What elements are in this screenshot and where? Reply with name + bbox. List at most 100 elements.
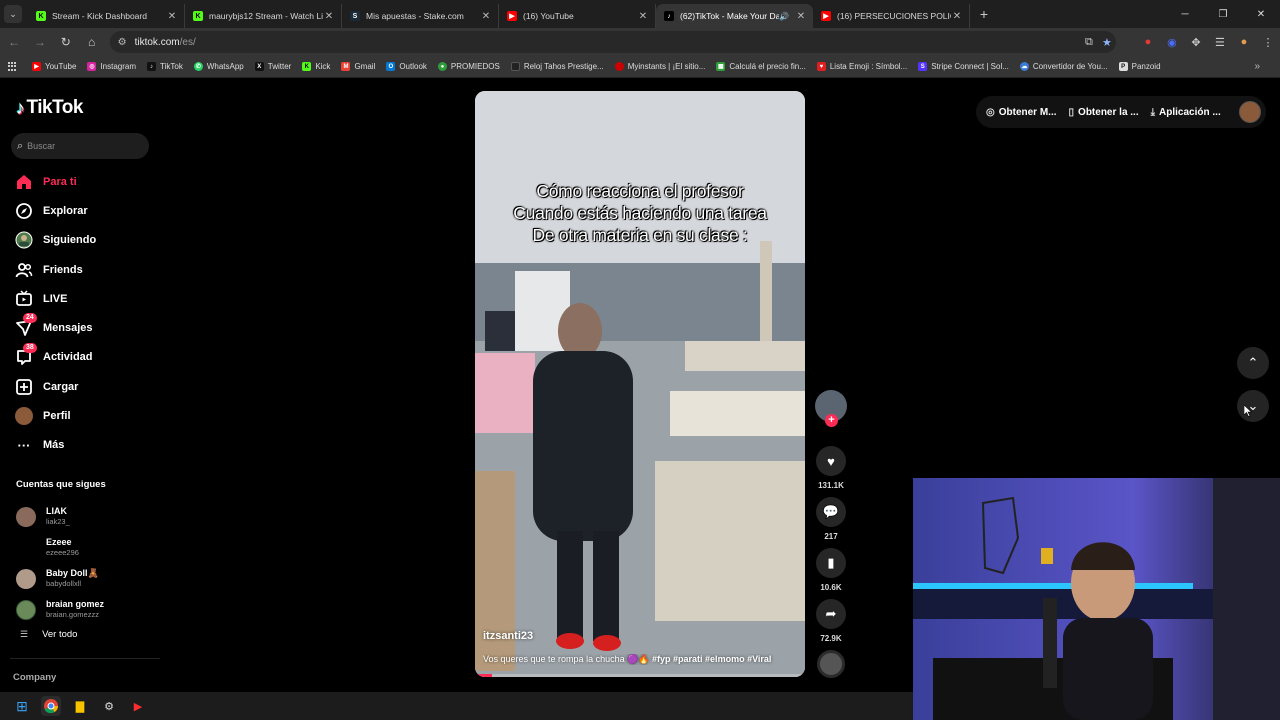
search-icon[interactable]: ⌕	[17, 140, 23, 153]
close-icon[interactable]: ✕	[795, 11, 807, 22]
bookmark[interactable]: ● PROMIEDOS	[437, 62, 500, 71]
previous-video-button[interactable]: ⌃	[1237, 347, 1269, 379]
chrome-icon[interactable]	[41, 696, 61, 716]
sidebar-item-actividad[interactable]: 38 Actividad	[15, 342, 96, 372]
bookmark-label: Gmail	[354, 62, 376, 71]
chevron-up-icon: ⌃	[1247, 355, 1259, 370]
media-player-icon[interactable]: ▶	[128, 696, 148, 716]
following-account[interactable]: LIAK liak23_	[16, 501, 104, 532]
extensions-puzzle-icon[interactable]: ✥	[1184, 36, 1208, 49]
home-icon[interactable]: ⌂	[80, 30, 104, 54]
more-bookmarks-icon[interactable]: »	[1254, 61, 1260, 72]
bookmark[interactable]: S Stripe Connect | Sol...	[918, 62, 1009, 71]
video-player[interactable]: Cómo reacciona el profesor Cuando estás …	[475, 91, 805, 677]
bookmark[interactable]: O Outlook	[386, 62, 427, 71]
video-hashtags[interactable]: #fyp #parati #elmomo #Viral	[652, 654, 771, 664]
comment-icon[interactable]: 💬	[816, 497, 846, 527]
bookmark[interactable]: ▶ YouTube	[32, 62, 76, 71]
browser-tab-active[interactable]: ♪ (62)TikTok - Make Your Day 🔊 ✕	[656, 4, 813, 28]
bookmark[interactable]: M Gmail	[341, 62, 375, 71]
extension-icon[interactable]: ●	[1136, 36, 1160, 48]
share-action[interactable]: ➦ 72.9K	[813, 599, 849, 644]
get-coins-button[interactable]: ◎ Obtener M...	[986, 107, 1057, 118]
menu-icon[interactable]: ⋮	[1256, 36, 1280, 49]
windows-start-icon[interactable]: ⊞	[12, 696, 32, 716]
reading-list-icon[interactable]: ☰	[1208, 36, 1232, 49]
bookmark[interactable]: Reloj Tahos Prestige...	[510, 62, 604, 71]
bookmark[interactable]: K Kick	[302, 62, 330, 71]
heart-icon[interactable]: ♥	[816, 446, 846, 476]
sidebar-item-mas[interactable]: ··· Más	[15, 431, 96, 460]
following-account[interactable]: braian gomez braian.gomezzz	[16, 594, 104, 625]
forward-icon[interactable]: →	[28, 30, 52, 54]
browser-tab[interactable]: K Stream - Kick Dashboard ✕	[28, 4, 185, 28]
sidebar-item-para-ti[interactable]: Para ti	[15, 167, 96, 196]
minimize-icon[interactable]: ─	[1166, 0, 1204, 28]
save-action[interactable]: ▮ 10.6K	[813, 548, 849, 593]
get-app-button[interactable]: ▯ Obtener la ...	[1069, 107, 1139, 118]
sidebar-item-live[interactable]: LIVE	[15, 284, 96, 313]
follow-plus-icon[interactable]: +	[825, 414, 838, 427]
bookmark-star-icon[interactable]: ★	[1098, 36, 1116, 49]
music-disc-icon[interactable]	[817, 650, 845, 678]
apps-grid-icon[interactable]	[8, 61, 18, 72]
sidebar-item-siguiendo[interactable]: Siguiendo	[15, 226, 96, 255]
bookmark[interactable]: ◎ Instagram	[87, 62, 136, 71]
bookmark-label: Twitter	[267, 62, 292, 71]
steam-icon[interactable]: ⚙	[99, 696, 119, 716]
bookmark[interactable]: ▦ Calculá el precio fin...	[716, 62, 806, 71]
video-author-name[interactable]: itzsanti23	[483, 630, 533, 642]
share-icon[interactable]: ➦	[816, 599, 846, 629]
bookmark-icon[interactable]: ▮	[816, 548, 846, 578]
address-bar[interactable]: ⚙ tiktok.com/es/	[109, 31, 1116, 53]
following-account[interactable]: Baby Doll🧸 babydollxll	[16, 563, 104, 594]
close-icon[interactable]: ✕	[951, 11, 963, 22]
following-account[interactable]: Ezeee ezeee296	[16, 532, 104, 563]
close-icon[interactable]: ✕	[323, 11, 335, 22]
speaker-icon[interactable]: 🔊	[779, 12, 789, 21]
see-all-link[interactable]: ☰ Ver todo	[20, 629, 77, 640]
bookmark[interactable]: Myinstants | ¡El sitio...	[614, 62, 705, 71]
bookmark[interactable]: ☁ Convertidor de You...	[1019, 62, 1108, 71]
comment-action[interactable]: 💬 217	[813, 497, 849, 542]
browser-tab[interactable]: K maurybjs12 Stream - Watch Live ✕	[185, 4, 342, 28]
sidebar-item-friends[interactable]: Friends	[15, 255, 96, 284]
reload-icon[interactable]: ↻	[54, 30, 78, 54]
tiktok-icon: ♪	[664, 11, 674, 21]
close-icon[interactable]: ✕	[480, 11, 492, 22]
windows-taskbar: ⊞ ▇ ⚙ ▶	[0, 692, 913, 720]
creator-avatar[interactable]: +	[815, 390, 847, 427]
desktop-app-button[interactable]: ⤓ Aplicación ...	[1151, 107, 1221, 118]
browser-tab[interactable]: S Mis apuestas - Stake.com ✕	[342, 4, 499, 28]
search-input[interactable]	[27, 141, 138, 151]
profile-avatar-icon[interactable]: ●	[1232, 36, 1256, 48]
browser-tab[interactable]: ▶ (16) PERSECUCIONES POLICIALES ✕	[813, 4, 970, 28]
sidebar-item-perfil[interactable]: Perfil	[15, 401, 96, 430]
install-app-icon[interactable]: ⧉	[1080, 36, 1098, 49]
extension-icon[interactable]: ◉	[1160, 36, 1184, 49]
sidebar-item-cargar[interactable]: Cargar	[15, 372, 96, 401]
tiktok-logo[interactable]: ♪ TikTok	[16, 97, 83, 119]
user-avatar[interactable]	[1238, 101, 1261, 123]
bookmark[interactable]: ♪ TikTok	[147, 62, 183, 71]
bookmark[interactable]: ✆ WhatsApp	[193, 62, 244, 71]
video-progress-bar[interactable]	[475, 674, 805, 677]
restore-icon[interactable]: ❐	[1204, 0, 1242, 28]
bookmark[interactable]: X Twitter	[254, 62, 292, 71]
bookmark[interactable]: P Panzoid	[1118, 62, 1161, 71]
sidebar-item-explorar[interactable]: Explorar	[15, 196, 96, 225]
next-video-button[interactable]: ⌄	[1237, 390, 1269, 422]
like-action[interactable]: ♥ 131.1K	[813, 446, 849, 491]
close-icon[interactable]: ✕	[637, 11, 649, 22]
close-icon[interactable]: ✕	[166, 11, 178, 22]
close-window-icon[interactable]: ✕	[1242, 0, 1280, 28]
bookmark[interactable]: ♥ Lista Emoji : Símbol...	[816, 62, 907, 71]
site-info-icon[interactable]: ⚙	[118, 37, 127, 48]
new-tab-button[interactable]: +	[974, 4, 994, 24]
back-icon[interactable]: ←	[2, 30, 26, 54]
tab-search-button[interactable]: ⌄	[4, 5, 22, 23]
file-explorer-icon[interactable]: ▇	[70, 696, 90, 716]
company-link[interactable]: Company	[13, 672, 56, 683]
browser-tab[interactable]: ▶ (16) YouTube ✕	[499, 4, 656, 28]
sidebar-item-mensajes[interactable]: 24 Mensajes	[15, 313, 96, 342]
